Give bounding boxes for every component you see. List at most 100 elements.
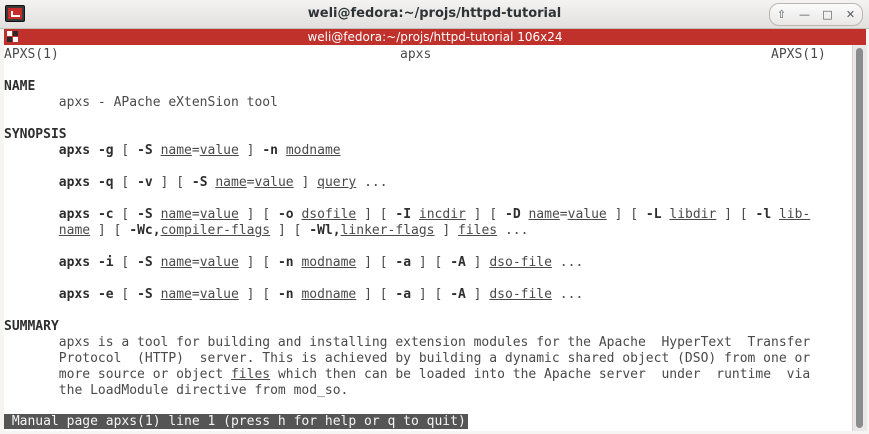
man-text-segment: -n (262, 143, 278, 158)
man-text-segment (4, 223, 59, 238)
terminal-tab[interactable]: weli@fedora:~/projs/httpd-tutorial 106x2… (4, 29, 866, 45)
man-text-segment: -a (395, 287, 412, 302)
man-text-segment: value (199, 143, 239, 158)
terminal-content[interactable]: APXS(1) apxs APXS(1) NAME apxs - APache … (4, 45, 852, 431)
man-text-segment: value (254, 175, 294, 190)
tab-title: weli@fedora:~/projs/httpd-tutorial 106x2… (307, 30, 563, 44)
man-text-segment: ... (551, 287, 584, 302)
man-text-segment (153, 255, 161, 270)
man-text-segment (411, 207, 419, 222)
synopsis-line: name ] [ -Wc,compiler-flags ] [ -Wl,link… (4, 223, 529, 239)
man-text-segment: compiler-flags (160, 223, 271, 238)
man-text-segment: name (160, 207, 192, 222)
man-text-segment (4, 143, 59, 158)
terminal-scrollbar[interactable] (852, 45, 867, 431)
man-text-segment: which then can be loaded into the Apache… (270, 367, 811, 382)
close-button[interactable]: ✕ (841, 6, 861, 24)
man-text-segment: [ (113, 255, 138, 270)
synopsis-line: apxs -e [ -S name=value ] [ -n modname ]… (4, 287, 583, 303)
man-text-segment: files (458, 223, 498, 238)
man-text-segment: value (199, 255, 239, 270)
man-text-segment: value (199, 287, 239, 302)
man-text-segment: -n (277, 287, 294, 302)
man-text-segment (771, 207, 779, 222)
man-text-segment: -g (97, 143, 114, 158)
summary-line: Protocol (HTTP) server. This is achieved… (4, 351, 810, 367)
man-text-segment: name (58, 223, 91, 238)
man-text-segment: -A (450, 255, 466, 270)
man-text-segment: ] (465, 255, 490, 270)
man-text-segment: -q (97, 175, 114, 190)
man-text-segment: libdir (669, 207, 717, 222)
man-text-segment (90, 207, 98, 222)
man-text-segment (153, 143, 161, 158)
man-text-segment: -o (277, 207, 294, 222)
man-text-segment: ] [ (606, 207, 646, 222)
man-text-segment: dso-file (489, 287, 552, 302)
man-text-segment: ] [ (356, 207, 396, 222)
man-text-segment: apxs (58, 287, 91, 302)
man-text-segment (153, 287, 161, 302)
man-text-segment: incdir (418, 207, 466, 222)
man-text-segment (4, 175, 59, 190)
maximize-button[interactable]: □ (818, 6, 838, 24)
man-text-segment: ] [ (238, 207, 278, 222)
man-text-segment: ] [ (716, 207, 756, 222)
man-text-segment: = (191, 287, 200, 302)
man-text-segment: query (317, 175, 357, 190)
man-text-segment (90, 175, 98, 190)
man-text-segment: [ (113, 287, 138, 302)
man-text-segment (153, 207, 161, 222)
man-text-segment: Protocol (HTTP) server. This is achieved… (4, 351, 811, 366)
man-text-segment: ] [ (152, 175, 192, 190)
man-text-segment: -Wc, (129, 223, 161, 238)
man-text-segment: dso-file (489, 255, 552, 270)
man-text-segment: [ (113, 143, 138, 158)
man-text-segment: = (559, 207, 568, 222)
man-text-segment: -S (137, 207, 153, 222)
man-text-segment: -v (137, 175, 153, 190)
window-controls: ⇧ — □ ✕ (769, 3, 863, 26)
man-text-segment: -i (97, 255, 114, 270)
man-text-segment: -S (137, 255, 153, 270)
man-text-segment: -a (395, 255, 412, 270)
man-text-segment: ] [ (465, 207, 505, 222)
man-text-segment (4, 287, 59, 302)
man-text-segment (4, 255, 59, 270)
section-synopsis-heading: SYNOPSIS (4, 127, 67, 142)
man-text-segment (90, 255, 98, 270)
man-text-segment: -n (277, 255, 294, 270)
man-text-segment: ] [ (238, 255, 278, 270)
man-text-segment: more source or object (4, 367, 231, 382)
man-text-segment: -I (395, 207, 412, 222)
man-text-segment: -S (137, 287, 153, 302)
summary-line: apxs is a tool for building and installi… (4, 335, 810, 351)
man-text-segment (278, 143, 286, 158)
man-text-segment (90, 143, 98, 158)
name-description: apxs - APache eXtenSion tool (4, 95, 278, 110)
man-header-left: APXS(1) (4, 47, 59, 62)
synopsis-line: apxs -i [ -S name=value ] [ -n modname ]… (4, 255, 583, 271)
man-text-segment: apxs (58, 175, 91, 190)
man-text-segment: = (191, 143, 200, 158)
terminal-window: weli@fedora:~/projs/httpd-tutorial ⇧ — □… (0, 0, 869, 434)
man-text-segment: -Wl, (309, 223, 341, 238)
minimize-button[interactable]: — (795, 6, 815, 24)
man-text-segment: lib- (778, 207, 811, 222)
man-text-segment: ] [ (90, 223, 130, 238)
man-text-segment: value (199, 207, 239, 222)
man-text-segment: ... (356, 175, 388, 190)
man-text-segment: ] [ (356, 255, 396, 270)
man-text-segment: -A (450, 287, 466, 302)
section-name-heading: NAME (4, 79, 36, 94)
summary-line: the LoadModule directive from mod_so. (4, 383, 349, 399)
man-text-segment: dsofile (301, 207, 357, 222)
man-text-segment: apxs (58, 143, 91, 158)
man-text-segment: = (246, 175, 255, 190)
synopsis-line: apxs -g [ -S name=value ] -n modname (4, 143, 341, 159)
title-bar[interactable]: weli@fedora:~/projs/httpd-tutorial ⇧ — □… (0, 0, 869, 29)
shade-button[interactable]: ⇧ (772, 6, 792, 24)
scrollbar-thumb[interactable] (856, 48, 863, 428)
man-header-center: apxs (400, 47, 432, 62)
man-text-segment: name (215, 175, 247, 190)
